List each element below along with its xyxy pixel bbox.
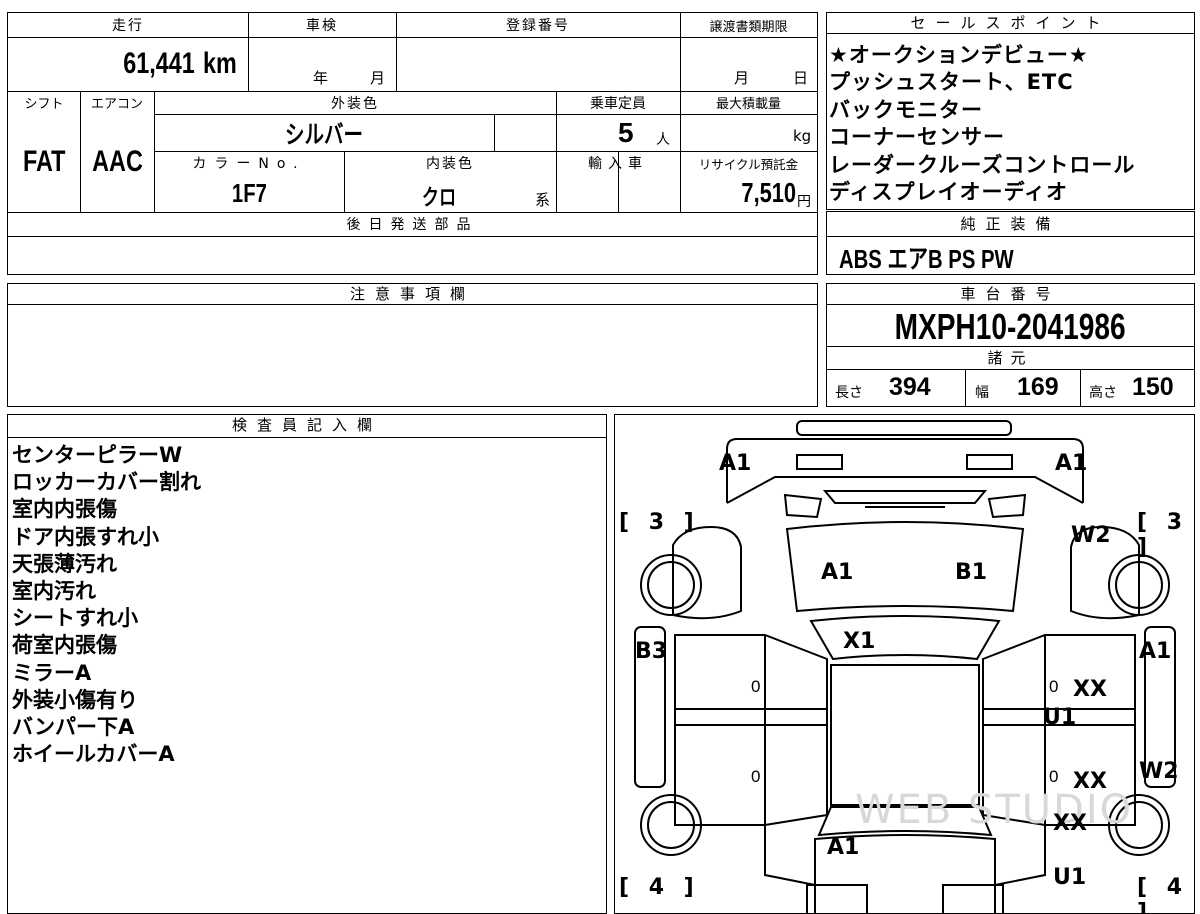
interior-color-value: クロ — [421, 185, 457, 210]
notes-panel: 注意事項欄 — [7, 283, 818, 407]
inspection-year: 年 — [313, 69, 329, 87]
damage-right-front-door-mark: XX — [1073, 677, 1107, 702]
width-value: 169 — [1017, 373, 1059, 401]
bracket-rear-left: [ 4 ] — [619, 875, 700, 900]
recycle-fee-label: リサイクル預託金 — [698, 157, 799, 172]
recycle-fee-value: 7,510 — [741, 177, 796, 208]
max-load-label: 最大積載量 — [715, 97, 781, 112]
sales-point-item: バックモニター — [829, 97, 983, 122]
inspection-month: 月 — [370, 69, 386, 87]
equipment-panel: 純正装備 ABS エアB PS PW — [826, 211, 1195, 275]
inspector-note-item: ロッカーカバー割れ — [12, 470, 201, 495]
sales-points-panel: セールスポイント ★オークションデビュー★ プッシュスタート、ETC バックモニター… — [826, 12, 1195, 210]
inspector-note-item: 外装小傷有り — [12, 687, 138, 712]
inspector-note-item: 室内汚れ — [12, 579, 96, 604]
sales-point-item: ★オークションデビュー★ — [829, 43, 1089, 67]
exterior-color-label: 外装色 — [331, 96, 379, 112]
ac-label: エアコン — [90, 97, 143, 112]
length-value: 394 — [889, 373, 931, 401]
inspector-note-item: バンパー下A — [12, 715, 135, 740]
transfer-month: 月 — [734, 69, 750, 87]
damage-hood-right: B1 — [955, 560, 988, 585]
inspector-note-item: ドア内張すれ小 — [12, 524, 159, 549]
bracket-front-right: [ 3 ] — [1137, 510, 1189, 560]
height-value: 150 — [1132, 373, 1174, 401]
vehicle-spec-table: 走行 車検 登録番号 譲渡書類期限 61,441 km 年 月 月 日 シフト … — [7, 12, 818, 275]
chassis-number-label: 車台番号 — [827, 284, 1194, 305]
left-rear-door-zero: 0 — [751, 767, 761, 786]
inspector-notes-list: センターピラーW ロッカーカバー割れ 室内内張傷 ドア内張すれ小 天張薄汚れ室内汚れ シー… — [8, 438, 606, 768]
registration-label: 登録番号 — [506, 18, 570, 34]
length-label: 長さ — [835, 385, 863, 401]
interior-color-suffix: 系 — [535, 191, 551, 209]
width-label: 幅 — [975, 385, 989, 401]
damage-diagram: WEB STUDIO A1 A1 [ 3 ] [ 3 ] W2 A1 B1 X1… — [614, 414, 1195, 914]
notes-label: 注意事項欄 — [8, 284, 817, 305]
chassis-number-value: MXPH10-2041986 — [894, 306, 1127, 347]
transfer-day: 日 — [793, 69, 809, 87]
equipment-value: ABS エアB PS PW — [839, 244, 1014, 274]
recycle-fee-unit: 円 — [797, 194, 811, 210]
damage-right-quarter: XX — [1053, 811, 1087, 836]
damage-right-front-door: A1 — [1139, 639, 1172, 664]
right-rear-door-zero: 0 — [1049, 767, 1059, 786]
import-label: 輸入車 — [588, 156, 648, 172]
color-no-value: 1F7 — [231, 178, 267, 208]
mileage-unit: km — [202, 47, 237, 80]
damage-hood-left: A1 — [821, 560, 854, 585]
sales-point-item: ディスプレイオーディオ — [829, 180, 1069, 205]
capacity-unit: 人 — [656, 132, 670, 148]
inspector-label: 検査員記入欄 — [8, 415, 606, 438]
sales-point-item: プッシュスタート、ETC — [829, 70, 1074, 95]
inspector-note-item: 天張薄汚れ — [12, 551, 117, 576]
damage-right-rear-door-mark: XX — [1073, 769, 1107, 794]
damage-rear-right: U1 — [1053, 865, 1087, 890]
ac-value: AAC — [91, 145, 143, 178]
shift-label: シフト — [24, 97, 64, 112]
exterior-color-value: シルバー — [284, 121, 363, 149]
damage-front-right: A1 — [1055, 451, 1088, 476]
damage-right-rear-panel: W2 — [1139, 759, 1179, 784]
shift-value: FAT — [22, 145, 66, 178]
chassis-panel: 車台番号 MXPH10-2041986 諸元 長さ 394 幅 169 高さ 1… — [826, 283, 1195, 407]
later-parts-label: 後日発送部品 — [346, 217, 479, 233]
mileage-value: 61,441 — [122, 47, 195, 80]
max-load-unit: kg — [793, 127, 812, 145]
car-outline-diagram — [634, 420, 1176, 913]
equipment-label: 純正装備 — [827, 212, 1194, 237]
bracket-front-left: [ 3 ] — [619, 510, 700, 535]
left-front-door-zero: 0 — [751, 677, 761, 696]
right-front-door-zero: 0 — [1049, 677, 1059, 696]
sales-point-item: レーダークルーズコントロール — [829, 152, 1136, 177]
color-no-label: カラーNo. — [192, 156, 306, 172]
capacity-value: 5 — [618, 117, 634, 148]
inspector-note-item: センターピラーW — [12, 443, 183, 467]
inspector-note-item: シートすれ小 — [12, 606, 138, 631]
sales-points-list: ★オークションデビュー★ プッシュスタート、ETC バックモニター コーナーセンサーレ… — [827, 34, 1194, 206]
damage-rear-center: A1 — [827, 835, 860, 860]
sales-point-item: コーナーセンサー — [829, 125, 1005, 150]
damage-fender-right: W2 — [1071, 523, 1111, 548]
sales-points-label: セールスポイント — [827, 13, 1194, 34]
damage-left-front-door: B3 — [635, 639, 668, 664]
inspector-note-item: 荷室内張傷 — [12, 633, 117, 658]
height-label: 高さ — [1089, 385, 1117, 401]
capacity-label: 乗車定員 — [590, 96, 646, 112]
inspection-label: 車検 — [306, 18, 338, 34]
inspector-note-item: ホイールカバーA — [12, 742, 175, 767]
interior-color-label: 内装色 — [426, 156, 474, 172]
damage-windshield: X1 — [843, 629, 876, 654]
inspector-note-item: ミラーA — [12, 660, 92, 685]
mileage-label: 走行 — [112, 18, 144, 34]
damage-front-left: A1 — [719, 451, 752, 476]
damage-right-pillar: U1 — [1043, 705, 1077, 730]
dimensions-label: 諸元 — [987, 349, 1034, 367]
inspector-note-item: 室内内張傷 — [12, 497, 117, 522]
bracket-rear-right: [ 4 ] — [1137, 875, 1189, 914]
transfer-deadline-label: 譲渡書類期限 — [709, 20, 788, 35]
inspector-panel: 検査員記入欄 センターピラーW ロッカーカバー割れ 室内内張傷 ドア内張すれ小 天張薄汚… — [7, 414, 607, 914]
